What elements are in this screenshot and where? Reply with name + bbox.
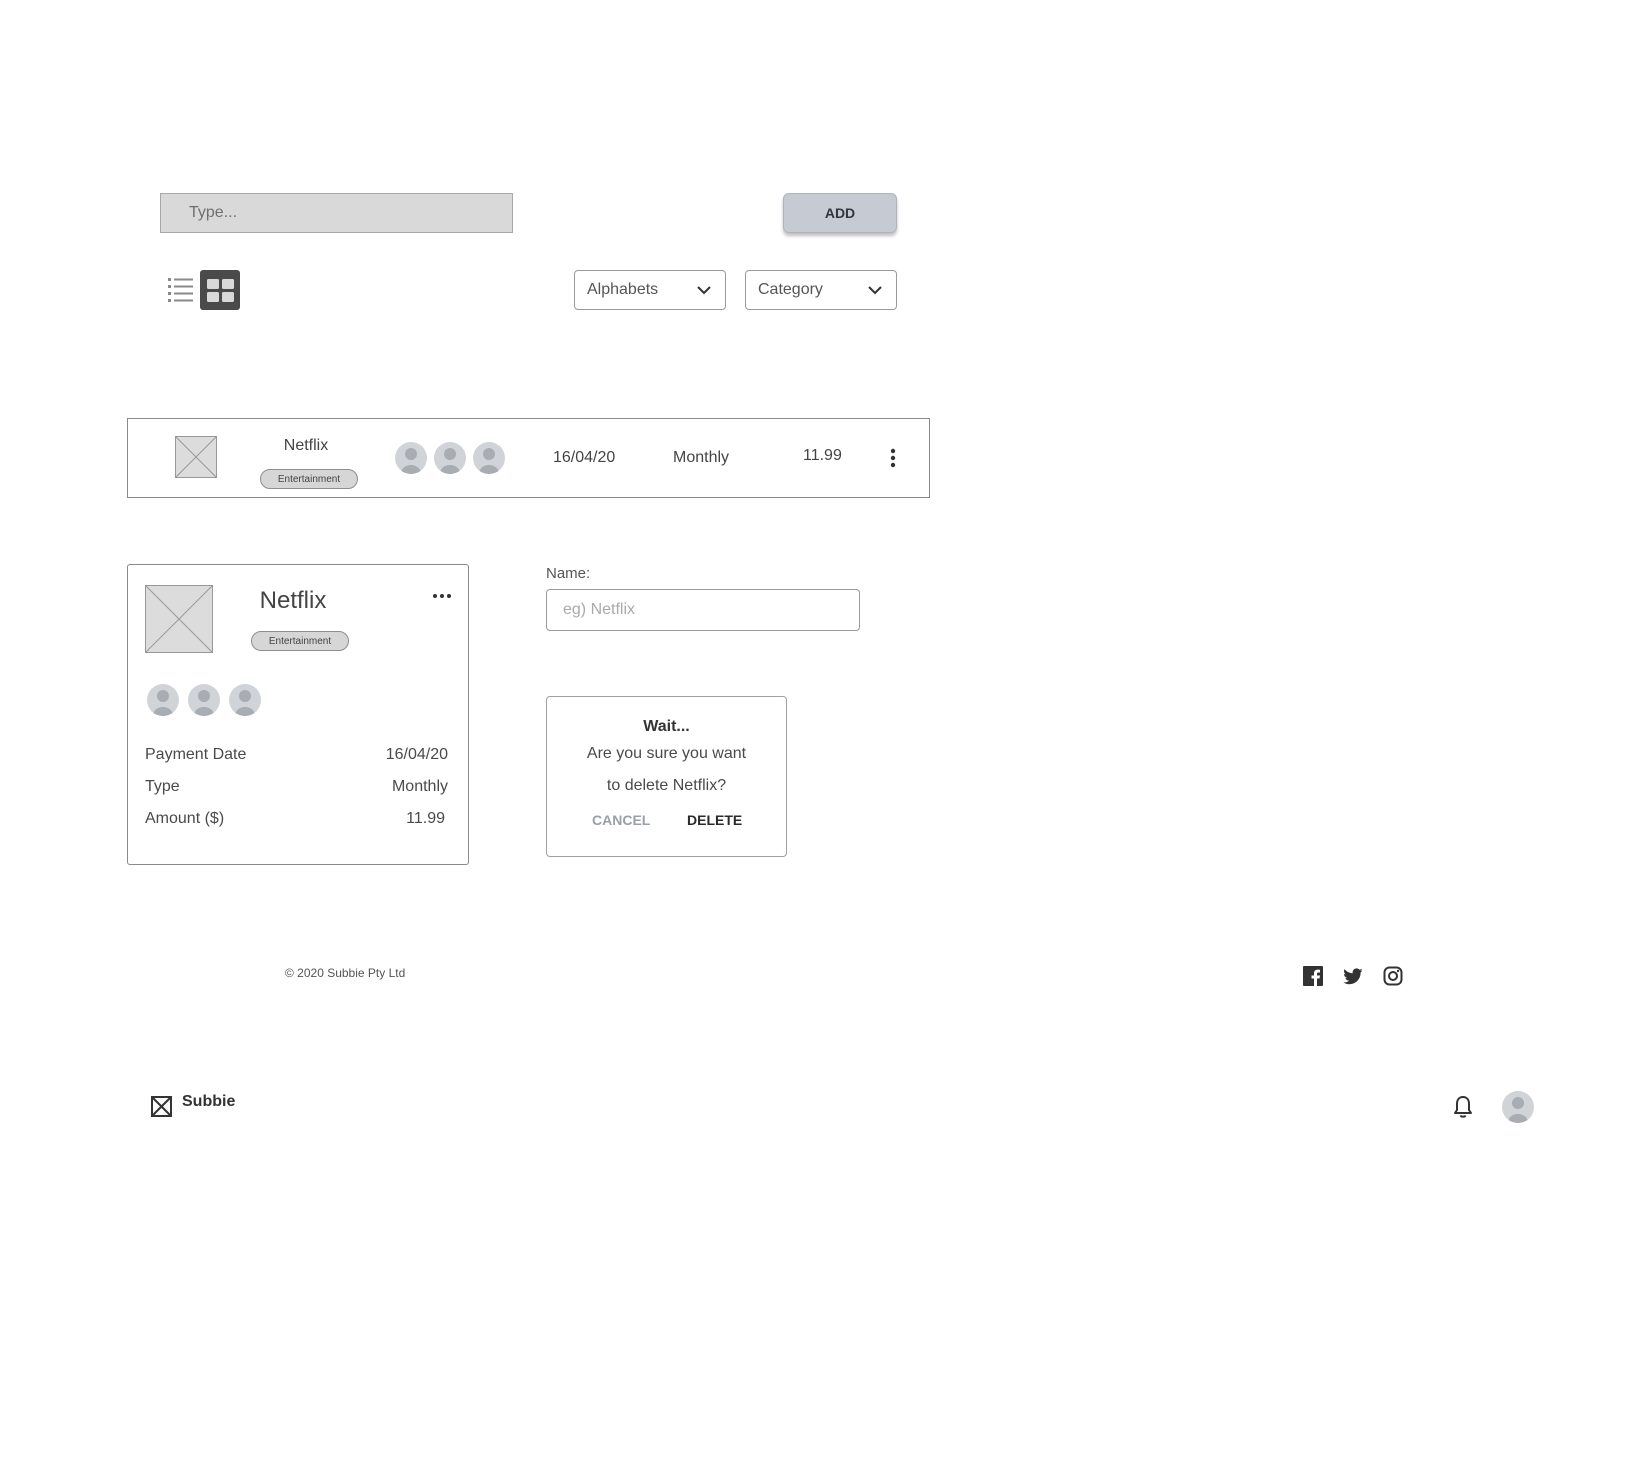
type-input[interactable] [160, 193, 513, 233]
add-button[interactable]: ADD [783, 193, 897, 233]
image-placeholder-icon [145, 585, 213, 653]
dialog-title: Wait... [643, 718, 690, 735]
type-label: Type [145, 778, 180, 795]
facebook-icon[interactable] [1303, 966, 1323, 986]
name-label: Name: [546, 565, 591, 582]
avatar [434, 442, 466, 474]
sort-select[interactable]: Alphabets [574, 270, 726, 310]
category-select-value: Category [758, 281, 823, 298]
avatar [188, 684, 220, 716]
delete-confirm-dialog: Wait... Are you sure you want to delete … [546, 696, 787, 857]
payment-date-label: Payment Date [145, 746, 247, 763]
amount-label: Amount ($) [145, 810, 225, 827]
row-name: Netflix [283, 437, 329, 454]
logo-icon [151, 1096, 172, 1117]
category-select[interactable]: Category [745, 270, 897, 310]
card-title: Netflix [259, 587, 327, 614]
avatar [395, 442, 427, 474]
more-options-icon[interactable] [432, 593, 452, 599]
payment-date-value: 16/04/20 [385, 746, 448, 763]
brand-name[interactable]: Subbie [182, 1093, 235, 1111]
name-input[interactable] [546, 589, 860, 631]
image-placeholder-icon [175, 436, 217, 478]
kebab-menu-icon[interactable] [889, 447, 897, 469]
row-type: Monthly [673, 449, 730, 466]
copyright-text: © 2020 Subbie Pty Ltd [285, 966, 406, 980]
dialog-message-line1: Are you sure you want [586, 745, 747, 762]
chevron-down-icon [868, 286, 882, 295]
amount-value: 11.99 [406, 810, 445, 827]
cancel-button[interactable]: CANCEL [592, 812, 650, 828]
list-view-icon[interactable] [166, 272, 196, 308]
category-tag: Entertainment [251, 631, 349, 651]
bell-icon[interactable] [1452, 1095, 1474, 1119]
delete-button[interactable]: DELETE [687, 812, 742, 828]
user-avatar[interactable] [1502, 1091, 1534, 1123]
row-payment-date: 16/04/20 [553, 449, 616, 466]
category-tag: Entertainment [260, 469, 358, 489]
subscription-card[interactable]: Netflix Entertainment Payment Date 16/04… [127, 564, 469, 865]
twitter-icon[interactable] [1343, 966, 1363, 986]
dialog-message-line2: to delete Netflix? [606, 777, 727, 794]
instagram-icon[interactable] [1383, 966, 1403, 986]
avatar [147, 684, 179, 716]
row-amount: 11.99 [803, 447, 842, 464]
sort-select-value: Alphabets [587, 281, 659, 298]
grid-view-icon[interactable] [200, 270, 240, 310]
subscription-row[interactable]: Netflix Entertainment 16/04/20 Monthly 1… [127, 418, 930, 498]
avatar [229, 684, 261, 716]
avatar [473, 442, 505, 474]
type-value: Monthly [391, 778, 448, 795]
chevron-down-icon [697, 286, 711, 295]
